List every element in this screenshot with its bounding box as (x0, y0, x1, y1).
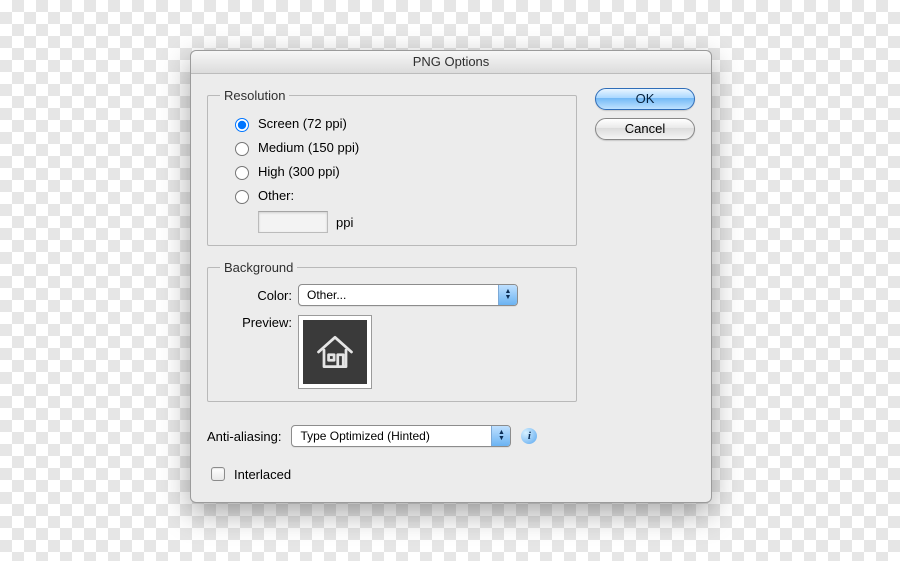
background-legend: Background (220, 260, 297, 275)
cancel-button[interactable]: Cancel (595, 118, 695, 140)
resolution-radio-high[interactable]: High (300 ppi) (230, 159, 564, 183)
resolution-ppi-unit: ppi (336, 215, 353, 230)
resolution-radio-medium[interactable]: Medium (150 ppi) (230, 135, 564, 159)
resolution-radio-screen-label: Screen (72 ppi) (258, 116, 347, 131)
resolution-radio-high-label: High (300 ppi) (258, 164, 340, 179)
resolution-radio-other-input[interactable] (235, 190, 249, 204)
resolution-radio-high-input[interactable] (235, 166, 249, 180)
resolution-radio-screen-input[interactable] (235, 118, 249, 132)
resolution-radio-medium-label: Medium (150 ppi) (258, 140, 359, 155)
ok-button[interactable]: OK (595, 88, 695, 110)
resolution-group: Resolution Screen (72 ppi) Medium (150 p… (207, 88, 577, 246)
select-arrows-icon: ▲▼ (498, 285, 517, 305)
resolution-radio-other[interactable]: Other: (230, 183, 564, 207)
info-icon[interactable]: i (521, 428, 537, 444)
interlaced-checkbox-row[interactable]: Interlaced (207, 464, 695, 484)
background-color-value: Other... (299, 288, 498, 302)
background-preview (298, 315, 372, 389)
interlaced-label: Interlaced (234, 467, 291, 482)
resolution-legend: Resolution (220, 88, 289, 103)
background-preview-label: Preview: (220, 315, 292, 330)
background-color-select[interactable]: Other... ▲▼ (298, 284, 518, 306)
png-options-dialog: PNG Options Resolution Screen (72 ppi) M… (190, 50, 712, 503)
resolution-radio-medium-input[interactable] (235, 142, 249, 156)
anti-aliasing-value: Type Optimized (Hinted) (292, 429, 491, 443)
select-arrows-icon: ▲▼ (491, 426, 510, 446)
resolution-radio-screen[interactable]: Screen (72 ppi) (230, 111, 564, 135)
resolution-radio-other-label: Other: (258, 188, 294, 203)
resolution-ppi-input[interactable] (258, 211, 328, 233)
anti-aliasing-label: Anti-aliasing: (207, 429, 281, 444)
anti-aliasing-select[interactable]: Type Optimized (Hinted) ▲▼ (291, 425, 511, 447)
background-group: Background Color: Other... ▲▼ Preview: (207, 260, 577, 402)
background-color-label: Color: (220, 288, 292, 303)
home-icon (303, 320, 367, 384)
window-title: PNG Options (191, 51, 711, 74)
interlaced-checkbox[interactable] (211, 467, 225, 481)
